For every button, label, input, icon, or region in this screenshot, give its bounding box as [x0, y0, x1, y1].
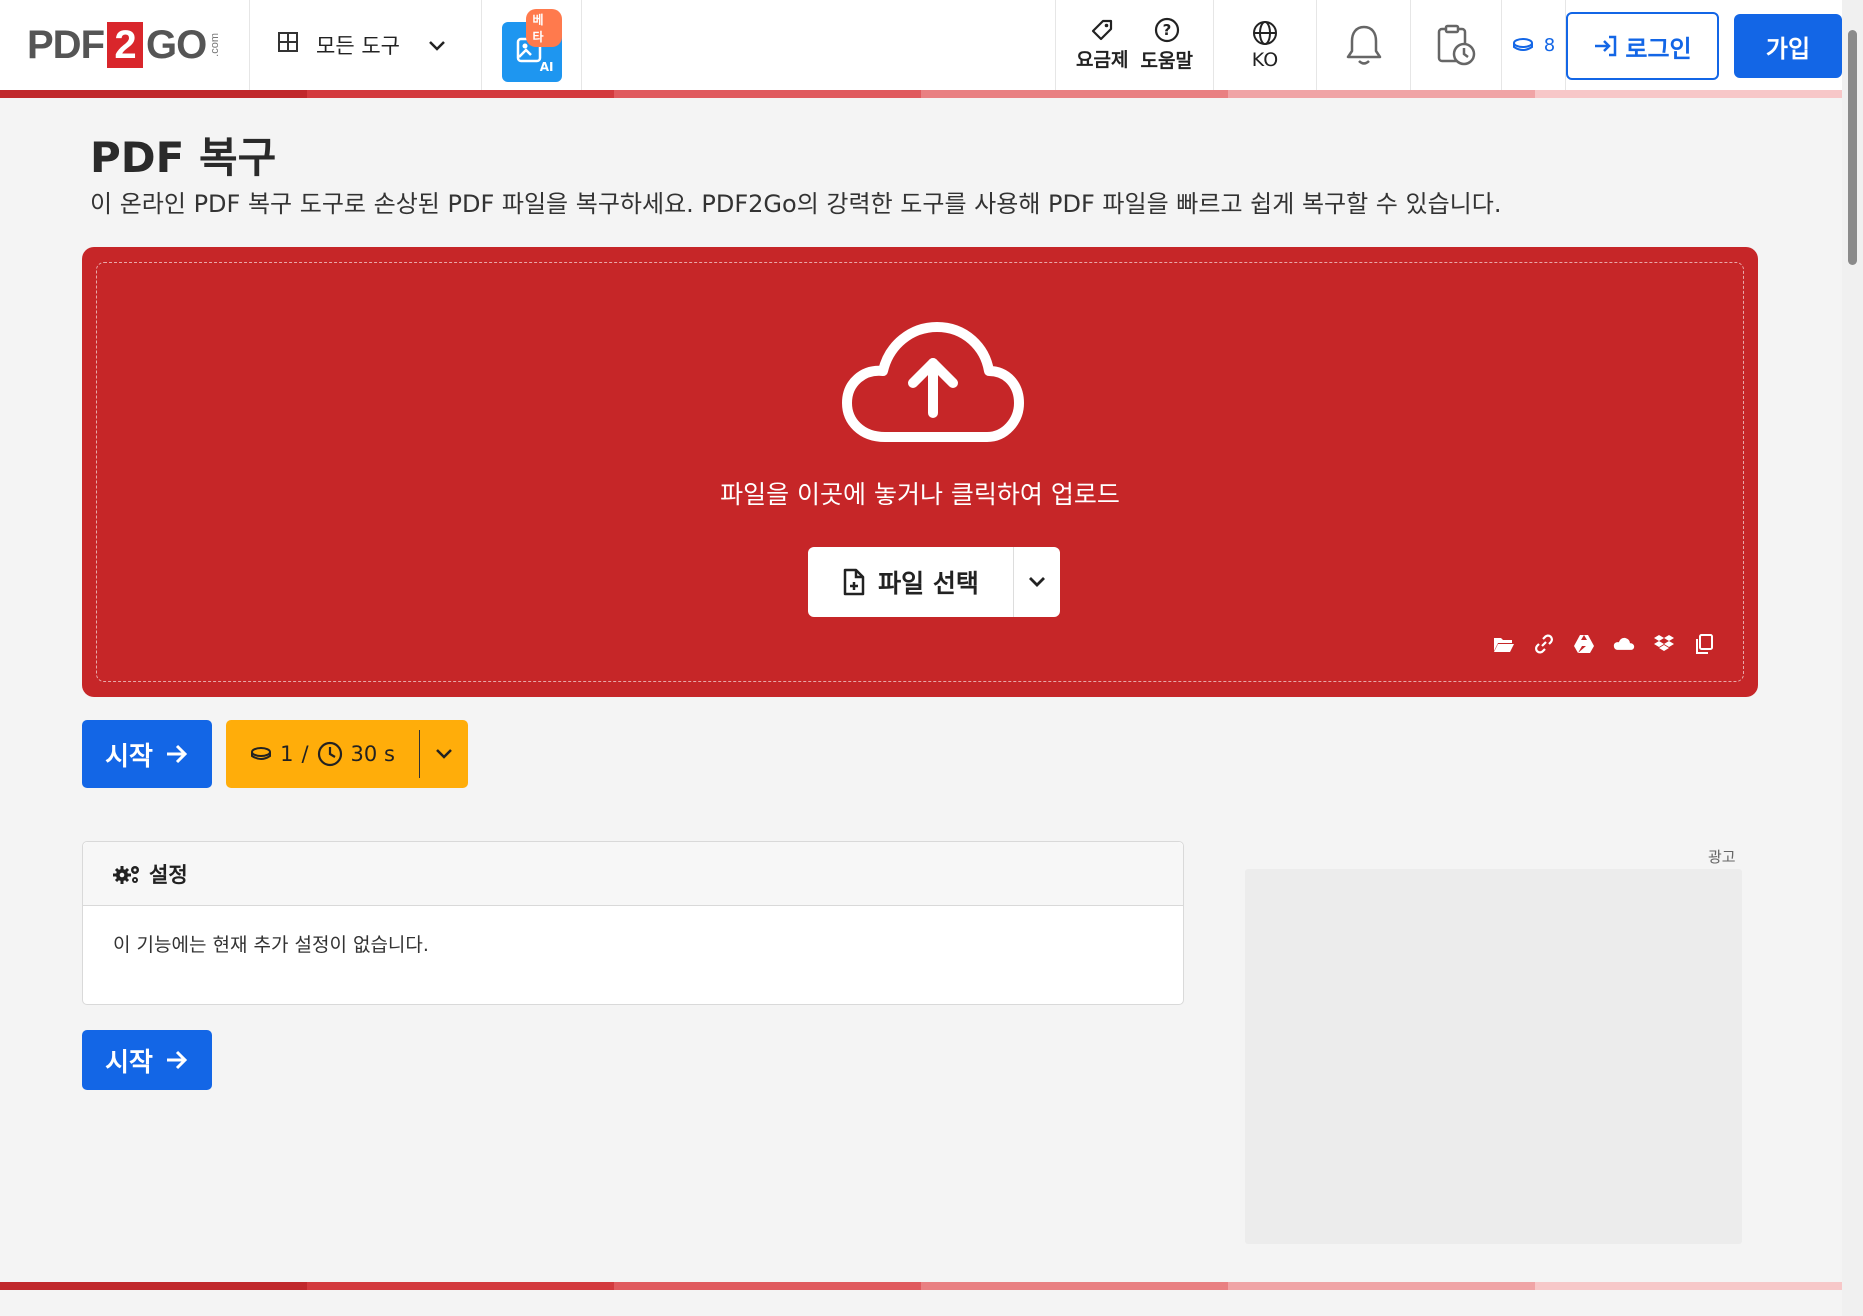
- arrow-right-icon: [166, 1050, 188, 1070]
- start-button-bottom[interactable]: 시작: [82, 1030, 212, 1090]
- start-button[interactable]: 시작: [82, 720, 212, 788]
- file-add-icon: [843, 568, 865, 596]
- link-icon[interactable]: [1533, 633, 1555, 655]
- all-tools-menu[interactable]: 모든 도구: [250, 0, 482, 90]
- signup-button[interactable]: 가입: [1734, 14, 1842, 78]
- tag-icon: [1092, 19, 1113, 41]
- login-button[interactable]: 로그인: [1566, 12, 1719, 80]
- notifications-button[interactable]: [1317, 0, 1411, 90]
- coin-stack-icon: [251, 747, 272, 760]
- cost-info[interactable]: 1 / 30 s: [226, 730, 420, 778]
- beta-badge: 베타: [525, 9, 562, 47]
- dropbox-icon[interactable]: [1653, 633, 1675, 655]
- header-stripe: [0, 90, 1842, 98]
- help-icon: ?: [1154, 17, 1179, 43]
- scrollbar[interactable]: [1842, 0, 1863, 1316]
- coin-stack-icon: [1512, 38, 1533, 51]
- language-selector[interactable]: KO: [1214, 0, 1317, 90]
- choose-file-button: 파일 선택: [808, 547, 1060, 617]
- settings-message: 이 기능에는 현재 추가 설정이 없습니다.: [113, 934, 429, 956]
- file-dropzone[interactable]: 파일을 이곳에 놓거나 클릭하여 업로드 파일 선택: [82, 247, 1758, 697]
- all-tools-label: 모든 도구: [316, 34, 400, 58]
- choose-file-main[interactable]: 파일 선택: [808, 547, 1014, 617]
- globe-icon: [1253, 20, 1277, 45]
- gears-icon: [113, 865, 139, 884]
- logo[interactable]: PDF 2 GO .com: [0, 0, 250, 90]
- svg-text:?: ?: [1162, 21, 1171, 39]
- login-icon: [1595, 35, 1617, 57]
- history-button[interactable]: [1411, 0, 1502, 90]
- cost-dropdown[interactable]: [420, 748, 468, 760]
- chevron-down-icon: [1029, 577, 1045, 587]
- page-title: PDF 복구: [90, 133, 277, 182]
- chevron-down-icon: [428, 33, 446, 57]
- ad-label: 광고: [1708, 848, 1736, 866]
- clipboard-clock-icon: [1437, 24, 1476, 66]
- dropzone-text: 파일을 이곳에 놓거나 클릭하여 업로드: [720, 480, 1120, 509]
- upload-sources: [1493, 633, 1715, 655]
- credits-indicator[interactable]: 8: [1502, 0, 1566, 90]
- pricing-link[interactable]: 요금제: [1076, 18, 1129, 72]
- top-navbar: PDF 2 GO .com 모든 도구 베타 AI 요금제 ? 도움말 KO 8…: [0, 0, 1842, 90]
- folder-icon[interactable]: [1493, 633, 1515, 655]
- grid-icon: [278, 32, 298, 58]
- bell-icon: [1346, 25, 1381, 65]
- help-link[interactable]: ? 도움말: [1141, 17, 1193, 73]
- footer-stripe: [0, 1282, 1842, 1290]
- settings-panel: 설정 이 기능에는 현재 추가 설정이 없습니다.: [82, 841, 1184, 1005]
- google-drive-icon[interactable]: [1573, 633, 1595, 655]
- settings-header: 설정: [83, 842, 1183, 906]
- scrollbar-thumb[interactable]: [1848, 30, 1857, 265]
- arrow-right-icon: [166, 744, 188, 764]
- onedrive-icon[interactable]: [1613, 633, 1635, 655]
- ai-tools-button[interactable]: 베타 AI: [501, 9, 562, 82]
- ad-placeholder: [1245, 869, 1742, 1244]
- choose-file-dropdown[interactable]: [1014, 547, 1060, 617]
- clock-icon: [317, 741, 342, 767]
- cloud-upload-icon: [842, 322, 1024, 442]
- cost-indicator: 1 / 30 s: [226, 720, 468, 788]
- page-description: 이 온라인 PDF 복구 도구로 손상된 PDF 파일을 복구하세요. PDF2…: [90, 190, 1502, 218]
- chevron-down-icon: [436, 749, 452, 759]
- clipboard-icon[interactable]: [1693, 633, 1715, 655]
- ai-tools: 베타 AI: [482, 0, 582, 90]
- ai-label: AI: [539, 60, 554, 74]
